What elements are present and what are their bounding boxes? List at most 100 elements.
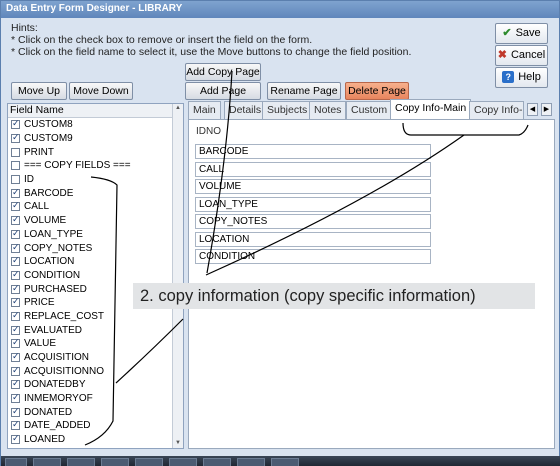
rename-page-button[interactable]: Rename Page [267, 82, 341, 100]
taskbar-item[interactable] [237, 458, 265, 466]
scroll-up-icon[interactable]: ▲ [173, 104, 183, 113]
scroll-down-icon[interactable]: ▼ [173, 439, 183, 448]
field-row[interactable]: DONATEDBY [8, 378, 183, 392]
field-label: PURCHASED [24, 283, 87, 295]
field-row[interactable]: CONDITION [8, 269, 183, 283]
cancel-button[interactable]: ✖ Cancel [495, 45, 548, 66]
field-row[interactable]: REPLACE_COST [8, 310, 183, 324]
taskbar-item[interactable] [169, 458, 197, 466]
field-label: VALUE [24, 338, 57, 350]
tab-notes[interactable]: Notes [309, 101, 347, 119]
form-field-location[interactable]: LOCATION [195, 232, 431, 247]
taskbar [1, 456, 560, 466]
field-row[interactable]: ACQUISITIONNO [8, 364, 183, 378]
field-checkbox[interactable] [11, 365, 20, 376]
taskbar-item[interactable] [271, 458, 299, 466]
field-row[interactable]: LOAN_TYPE [8, 228, 183, 242]
form-field-loan-type[interactable]: LOAN_TYPE [195, 197, 431, 212]
move-up-button[interactable]: Move Up [11, 82, 67, 100]
field-checkbox[interactable] [11, 283, 20, 294]
tab-copy-info[interactable]: Copy Info- [469, 101, 524, 119]
tab-details[interactable]: Details [224, 101, 267, 119]
field-checkbox[interactable] [11, 242, 20, 253]
field-list-scrollbar[interactable]: ▲ ▼ [172, 104, 183, 448]
hint-line-1: * Click on the check box to remove or in… [11, 34, 313, 46]
form-field-copy-notes[interactable]: COPY_NOTES [195, 214, 431, 229]
field-row[interactable]: VALUE [8, 337, 183, 351]
taskbar-item[interactable] [203, 458, 231, 466]
window-title: Data Entry Form Designer - LIBRARY [1, 1, 559, 18]
field-row[interactable]: === COPY FIELDS === [8, 159, 183, 173]
field-row[interactable]: COPY_NOTES [8, 241, 183, 255]
field-label: EVALUATED [24, 324, 82, 336]
form-field-condition[interactable]: CONDITION [195, 249, 431, 264]
add-page-button[interactable]: Add Page [185, 82, 261, 100]
field-checkbox[interactable] [11, 351, 20, 363]
form-field-call[interactable]: CALL [195, 162, 431, 177]
field-row[interactable]: BARCODE [8, 186, 183, 200]
field-row[interactable]: CUSTOM9 [8, 132, 183, 146]
field-checkbox[interactable] [11, 255, 20, 267]
tab-copy-info-main[interactable]: Copy Info-Main [390, 99, 472, 119]
field-label: ID [24, 174, 34, 186]
field-row[interactable]: ACQUISITION [8, 351, 183, 365]
field-row[interactable]: DATE_ADDED [8, 419, 183, 433]
field-checkbox[interactable] [11, 228, 20, 239]
field-row[interactable]: VOLUME [8, 214, 183, 228]
field-checkbox[interactable] [11, 310, 20, 321]
field-row[interactable]: LOANED [8, 433, 183, 447]
field-row[interactable]: INMEMORYOF [8, 392, 183, 406]
field-row[interactable]: ID [8, 173, 183, 187]
field-row[interactable]: LOCATION [8, 255, 183, 269]
tab-subjects[interactable]: Subjects [262, 101, 313, 119]
field-checkbox[interactable] [11, 118, 20, 130]
field-checkbox[interactable] [11, 147, 20, 157]
field-row[interactable]: CUSTOM8 [8, 118, 183, 132]
delete-page-button[interactable]: Delete Page [345, 82, 409, 100]
field-checkbox[interactable] [11, 132, 20, 144]
field-label: CUSTOM8 [24, 119, 73, 131]
field-checkbox[interactable] [11, 214, 20, 226]
hint-line-2: * Click on the field name to select it, … [11, 46, 412, 58]
taskbar-item[interactable] [67, 458, 95, 466]
check-icon: ✔ [502, 27, 512, 39]
field-row[interactable]: PRINT [8, 145, 183, 159]
field-checkbox[interactable] [11, 175, 20, 185]
field-checkbox[interactable] [11, 378, 20, 390]
taskbar-item[interactable] [33, 458, 61, 466]
field-checkbox[interactable] [11, 433, 20, 445]
field-label: DONATEDBY [24, 379, 86, 391]
field-list[interactable]: Field Name CUSTOM8 CUSTOM9PRINT === COPY F… [7, 103, 184, 449]
field-label: LOAN_TYPE [24, 228, 83, 240]
chevron-left-icon[interactable]: ◀ [527, 103, 538, 116]
field-checkbox[interactable] [11, 269, 20, 280]
help-button[interactable]: ? Help [495, 67, 548, 88]
move-down-button[interactable]: Move Down [69, 82, 133, 100]
field-label: VOLUME [24, 215, 67, 227]
field-checkbox[interactable] [11, 187, 20, 198]
field-checkbox[interactable] [11, 392, 20, 404]
hints-title: Hints: [11, 22, 38, 34]
save-button[interactable]: ✔ Save [495, 23, 548, 44]
taskbar-item[interactable] [5, 458, 27, 466]
field-checkbox[interactable] [11, 296, 20, 308]
field-checkbox[interactable] [11, 161, 20, 171]
taskbar-item[interactable] [101, 458, 129, 466]
tab-custom[interactable]: Custom [346, 101, 393, 119]
form-field-barcode[interactable]: BARCODE [195, 144, 431, 159]
field-checkbox[interactable] [11, 337, 20, 349]
field-label: === COPY FIELDS === [24, 160, 131, 172]
form-field-volume[interactable]: VOLUME [195, 179, 431, 194]
field-checkbox[interactable] [11, 324, 20, 335]
field-checkbox[interactable] [11, 406, 20, 417]
field-row[interactable]: DONATED [8, 405, 183, 419]
field-label: BARCODE [24, 187, 74, 199]
field-checkbox[interactable] [11, 419, 20, 431]
field-row[interactable]: CALL [8, 200, 183, 214]
tab-main[interactable]: Main [188, 101, 221, 119]
field-checkbox[interactable] [11, 200, 20, 212]
chevron-right-icon[interactable]: ▶ [541, 103, 552, 116]
add-copy-page-button[interactable]: Add Copy Page [185, 63, 261, 81]
field-row[interactable]: EVALUATED [8, 323, 183, 337]
taskbar-item[interactable] [135, 458, 163, 466]
